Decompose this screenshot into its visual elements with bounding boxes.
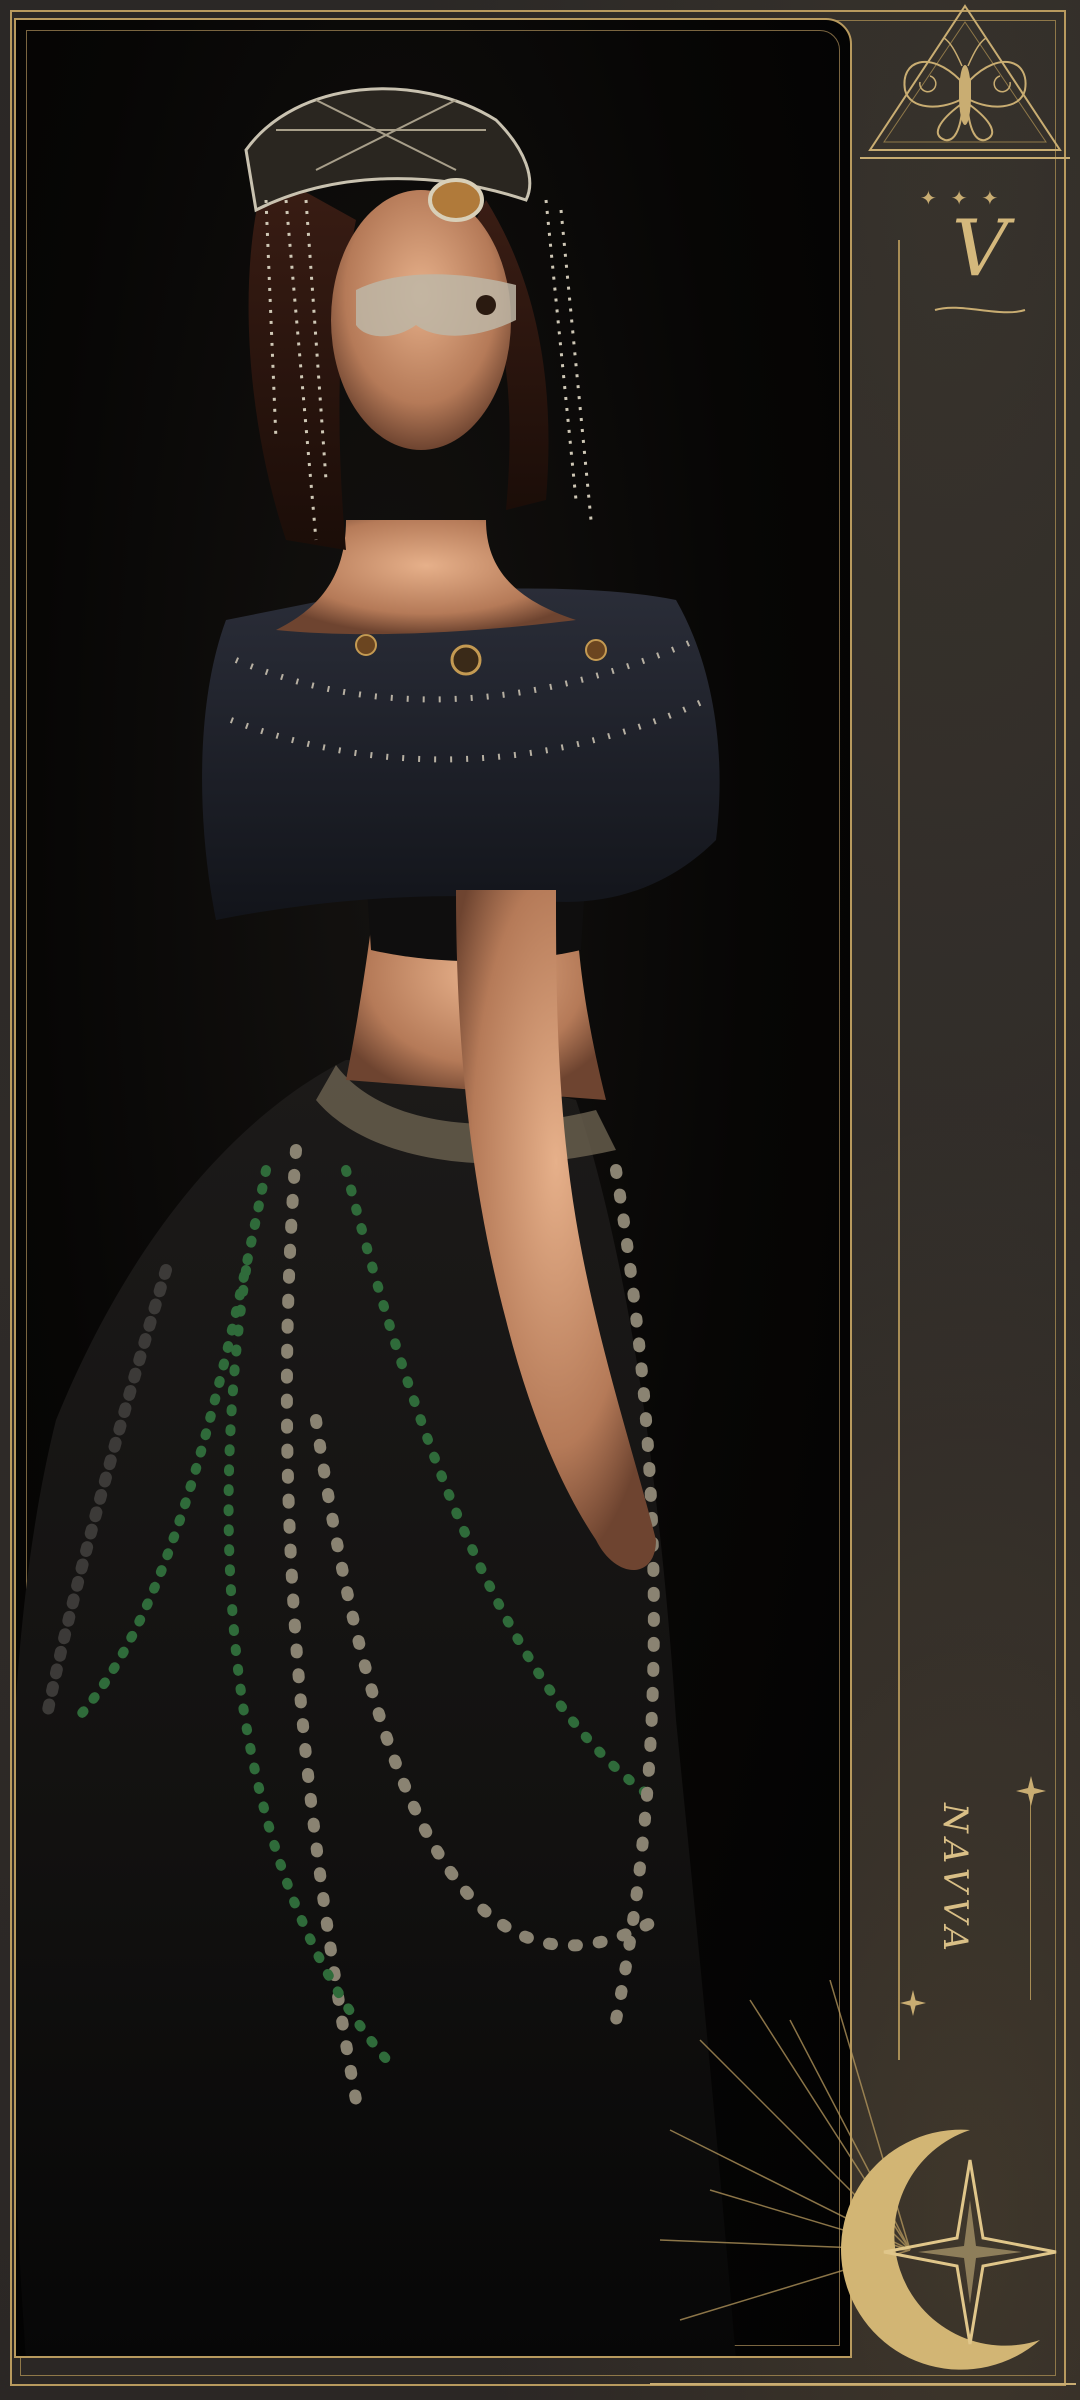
tarot-card: ✦✦✦ V NAVVA [0,0,1080,2400]
side-rule-right [1030,1800,1031,2000]
moth-emblem-icon [860,4,1070,159]
vertical-name: NAVVA [920,1780,990,1980]
monogram: V [951,204,1009,294]
crescent-moon-star-icon [650,1980,1076,2385]
sparkle-star-icon [1016,1776,1046,1806]
monogram-flourish [934,306,1026,314]
vertical-name-text: NAVVA [935,1803,975,1957]
side-rule-outer [898,240,900,2060]
